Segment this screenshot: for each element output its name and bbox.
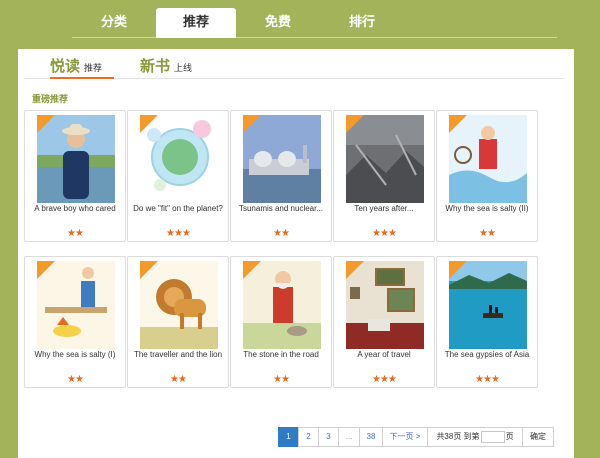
subtab-yuedu-suffix: 推荐 [84,64,103,74]
page-jump-input[interactable] [480,430,505,443]
ribbon-icon [140,261,158,279]
star-rating: ★★ [479,228,496,239]
page-jump-suffix: 页 [505,432,514,441]
content-panel: 悦读 推荐 新书 上线 重磅推荐 A brave boy who cared ★★ [18,49,574,458]
book-title: Why the sea is salty (I) [34,350,116,359]
ribbon-icon [243,115,261,133]
subtab-yuedu-label: 悦读 [50,57,81,75]
star-rating: ★★ [273,374,290,385]
book-title: The stone in the road [243,350,319,359]
subtab-new-books-suffix: 上线 [174,64,193,74]
star-rating: ★★★ [372,374,397,385]
confirm-button[interactable]: 确定 [522,427,554,447]
ribbon-icon [243,261,261,279]
ribbon-icon [346,115,364,133]
subtab-yuedu[interactable]: 悦读 推荐 [50,55,114,79]
book-card-7[interactable]: The traveller and the lion ★★ [127,256,229,388]
star-rating: ★★ [67,374,84,385]
page-2-button[interactable]: 2 [298,427,319,447]
book-title: Do we "fit" on the planet? [133,204,223,213]
book-card-4[interactable]: Ten years after... ★★★ [333,110,435,242]
star-rating: ★★ [170,374,187,385]
book-card-2[interactable]: Do we "fit" on the planet? ★★★ [127,110,229,242]
page-1-button[interactable]: 1 [278,427,299,447]
book-card-1[interactable]: A brave boy who cared ★★ [24,110,126,242]
star-rating: ★★ [273,228,290,239]
sub-tabs: 悦读 推荐 新书 上线 [24,49,564,79]
page-jump: 共38页 到第 页 [427,427,523,447]
page-ellipsis: ... [338,427,360,447]
subtab-new-books[interactable]: 新书 上线 [140,55,204,79]
tab-free[interactable]: 免费 [236,8,320,38]
pagination: 1 2 3 ... 38 下一页 > 共38页 到第 页 确定 [278,427,554,447]
section-title: 重磅推荐 [32,95,69,105]
next-page-button[interactable]: 下一页 > [382,427,428,447]
book-card-3[interactable]: Tsunamis and nuclear... ★★ [230,110,332,242]
book-title: A brave boy who cared [34,204,116,213]
book-title: Why the sea is salty (II) [445,204,529,213]
ribbon-icon [140,115,158,133]
page-38-button[interactable]: 38 [359,427,383,447]
book-title: A year of travel [357,350,411,359]
page-3-button[interactable]: 3 [318,427,339,447]
star-rating: ★★ [67,228,84,239]
star-rating: ★★★ [166,228,191,239]
tab-ranking[interactable]: 排行 [320,8,404,38]
ribbon-icon [449,261,467,279]
subtab-new-books-label: 新书 [140,57,171,75]
book-card-8[interactable]: The stone in the road ★★ [230,256,332,388]
ribbon-icon [37,261,55,279]
page-jump-prefix: 共38页 到第 [436,432,480,441]
ribbon-icon [449,115,467,133]
star-rating: ★★★ [475,374,500,385]
ribbon-icon [37,115,55,133]
book-title: Tsunamis and nuclear... [238,204,324,213]
book-card-10[interactable]: The sea gypsies of Asia ★★★ [436,256,538,388]
ribbon-icon [346,261,364,279]
top-nav: 分类 推荐 免费 排行 [72,8,557,38]
book-card-9[interactable]: A year of travel ★★★ [333,256,435,388]
book-card-6[interactable]: Why the sea is salty (I) ★★ [24,256,126,388]
book-title: The sea gypsies of Asia [444,350,530,359]
book-title: The traveller and the lion [133,350,223,359]
tab-recommend[interactable]: 推荐 [156,8,236,38]
book-title: Ten years after... [354,204,414,213]
book-card-5[interactable]: Why the sea is salty (II) ★★ [436,110,538,242]
star-rating: ★★★ [372,228,397,239]
tab-category[interactable]: 分类 [72,8,156,38]
